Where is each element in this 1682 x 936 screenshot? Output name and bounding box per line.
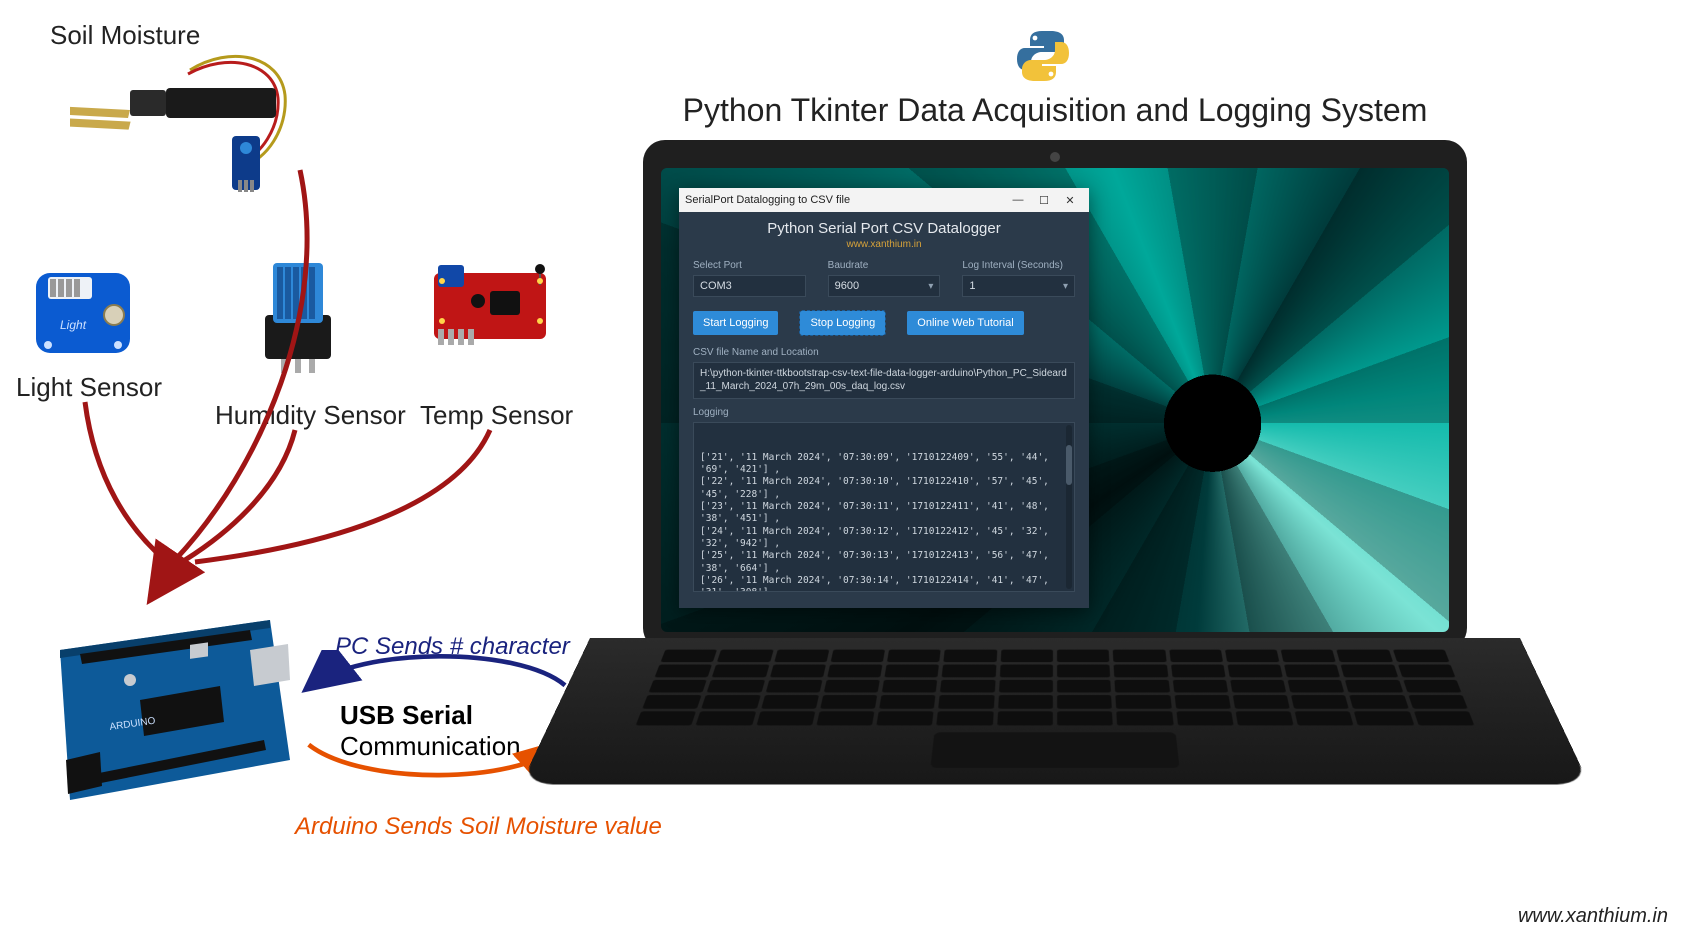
touchpad bbox=[930, 732, 1179, 768]
baud-label: Baudrate bbox=[828, 260, 941, 271]
temp-sensor-label: Temp Sensor bbox=[420, 400, 573, 431]
main-title: Python Tkinter Data Acquisition and Logg… bbox=[590, 92, 1520, 129]
port-label: Select Port bbox=[693, 260, 806, 271]
webcam-icon bbox=[1050, 152, 1060, 162]
arduino-board: ARDUINO bbox=[40, 590, 300, 820]
baud-select[interactable]: 9600▾ bbox=[828, 275, 941, 297]
log-content: ['21', '11 March 2024', '07:30:09', '171… bbox=[700, 452, 1068, 592]
app-header: Python Serial Port CSV Datalogger bbox=[679, 212, 1089, 239]
laptop-keyboard bbox=[521, 638, 1590, 784]
maximize-button[interactable]: ☐ bbox=[1031, 190, 1057, 210]
humidity-sensor bbox=[235, 255, 360, 375]
port-input[interactable]: COM3 bbox=[693, 275, 806, 297]
csv-section-label: CSV file Name and Location bbox=[679, 343, 1089, 362]
app-subheader: www.xanthium.in bbox=[679, 239, 1089, 250]
temp-sensor bbox=[420, 255, 560, 365]
online-tutorial-button[interactable]: Online Web Tutorial bbox=[907, 311, 1023, 335]
light-sensor-label: Light Sensor bbox=[16, 372, 162, 403]
log-scrollbar[interactable] bbox=[1066, 425, 1072, 589]
app-window: SerialPort Datalogging to CSV file — ☐ ✕… bbox=[679, 188, 1089, 608]
laptop: SerialPort Datalogging to CSV file — ☐ ✕… bbox=[590, 140, 1520, 860]
minimize-button[interactable]: — bbox=[1005, 190, 1031, 210]
log-output[interactable]: ['21', '11 March 2024', '07:30:09', '171… bbox=[693, 422, 1075, 592]
soil-moisture-sensor bbox=[70, 40, 300, 200]
light-sensor: Light bbox=[18, 255, 148, 365]
start-logging-button[interactable]: Start Logging bbox=[693, 311, 778, 335]
site-url: www.xanthium.in bbox=[1518, 905, 1668, 928]
window-title: SerialPort Datalogging to CSV file bbox=[685, 194, 850, 206]
logging-section-label: Logging bbox=[679, 403, 1089, 422]
interval-label: Log Interval (Seconds) bbox=[962, 260, 1075, 271]
svg-text:Light: Light bbox=[60, 318, 87, 332]
close-button[interactable]: ✕ bbox=[1057, 190, 1083, 210]
interval-select[interactable]: 1▾ bbox=[962, 275, 1075, 297]
titlebar[interactable]: SerialPort Datalogging to CSV file — ☐ ✕ bbox=[679, 188, 1089, 212]
csv-path-box[interactable]: H:\python-tkinter-ttkbootstrap-csv-text-… bbox=[693, 362, 1075, 399]
humidity-sensor-label: Humidity Sensor bbox=[215, 400, 406, 431]
python-logo-icon bbox=[1015, 28, 1071, 84]
stop-logging-button[interactable]: Stop Logging bbox=[800, 311, 885, 335]
